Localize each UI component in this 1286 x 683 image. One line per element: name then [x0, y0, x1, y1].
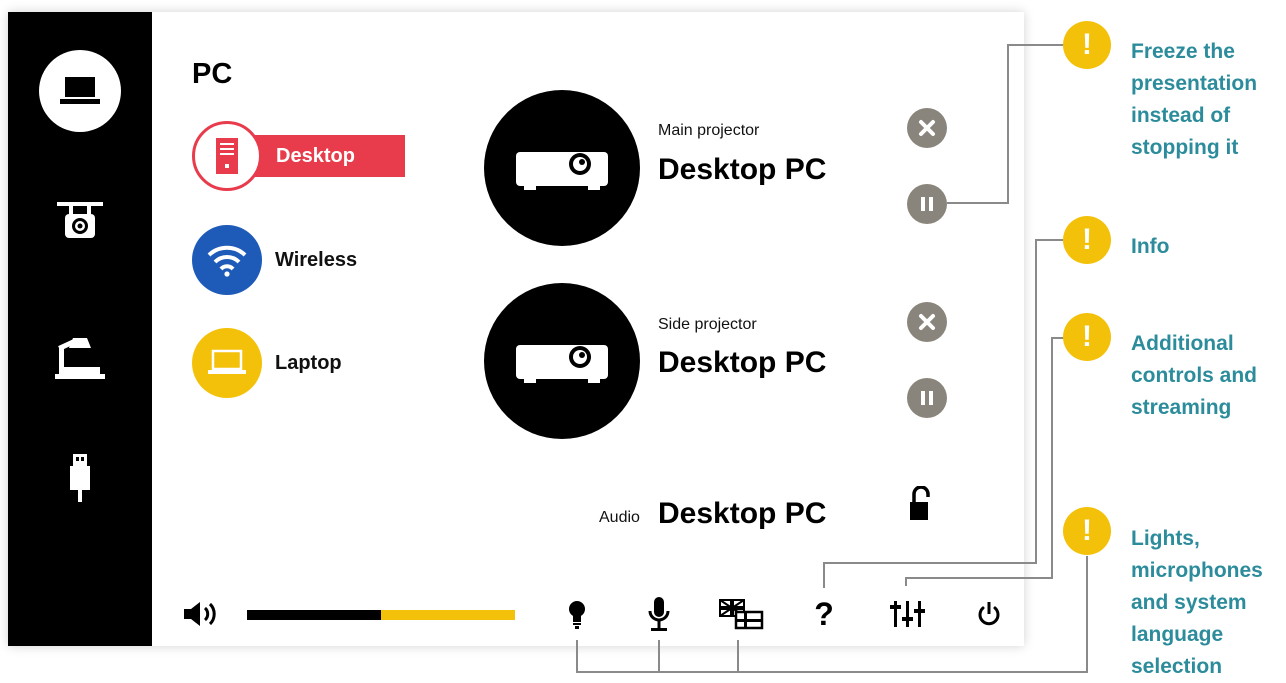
callout-additional-alert-icon: !	[1063, 313, 1111, 361]
laptop-icon	[192, 328, 262, 398]
callout-freeze-alert-icon: !	[1063, 21, 1111, 69]
source-desktop-label: Desktop	[276, 144, 355, 167]
callout-lights-text: Lights, microphones and system language …	[1131, 527, 1263, 678]
callout-info-text: Info	[1131, 235, 1170, 258]
desktop-tower-icon	[192, 121, 262, 191]
callout-info-alert-icon: !	[1063, 216, 1111, 264]
callout-additional-text: Additional controls and streaming	[1131, 332, 1258, 419]
callout-lights-alert-icon: !	[1063, 507, 1111, 555]
wifi-icon	[192, 225, 262, 295]
callout-freeze-text: Freeze the presentation instead of stopp…	[1131, 40, 1258, 159]
